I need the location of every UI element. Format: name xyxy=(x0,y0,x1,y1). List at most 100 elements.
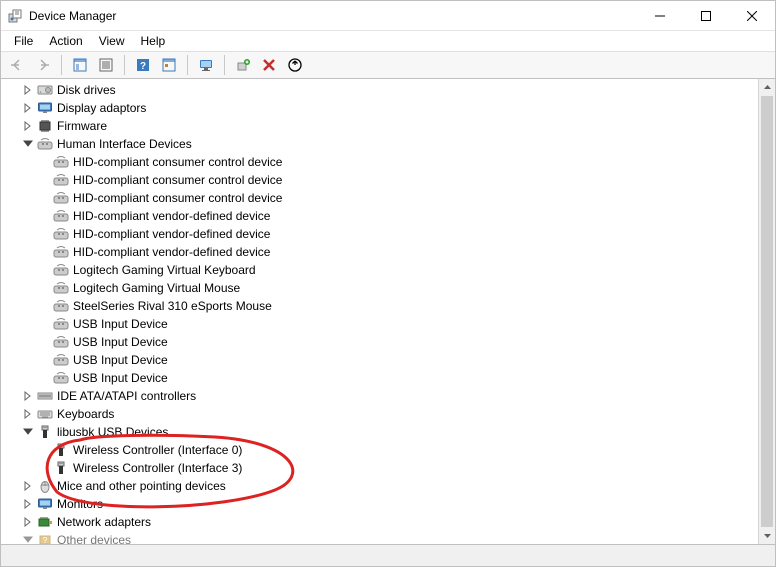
menu-action-label: Action xyxy=(49,34,82,48)
show-hide-tree-button[interactable] xyxy=(68,54,92,76)
tree-category-other[interactable]: ? Other devices xyxy=(1,531,758,544)
nav-back-button[interactable] xyxy=(5,54,29,76)
properties-button[interactable] xyxy=(94,54,118,76)
tree-item-hid-device[interactable]: HID-compliant vendor-defined device xyxy=(1,207,758,225)
scroll-thumb[interactable] xyxy=(761,96,773,527)
nav-forward-button[interactable] xyxy=(31,54,55,76)
hid-icon xyxy=(53,172,69,188)
expand-icon[interactable] xyxy=(21,497,35,511)
update-driver-button[interactable] xyxy=(283,54,307,76)
tree-label: USB Input Device xyxy=(73,333,168,351)
tree-item-hid-device[interactable]: Logitech Gaming Virtual Mouse xyxy=(1,279,758,297)
vertical-scrollbar[interactable] xyxy=(758,79,775,544)
tree-label: Firmware xyxy=(57,117,107,135)
minimize-button[interactable] xyxy=(637,1,683,31)
tree-category-mice[interactable]: Mice and other pointing devices xyxy=(1,477,758,495)
tree-item-hid-device[interactable]: HID-compliant vendor-defined device xyxy=(1,243,758,261)
other-devices-icon: ? xyxy=(37,532,53,544)
mouse-icon xyxy=(37,478,53,494)
usb-icon xyxy=(53,442,69,458)
tree-label: HID-compliant vendor-defined device xyxy=(73,225,270,243)
tree-label: SteelSeries Rival 310 eSports Mouse xyxy=(73,297,272,315)
tree-item-hid-device[interactable]: USB Input Device xyxy=(1,315,758,333)
menu-help-label: Help xyxy=(141,34,166,48)
collapse-icon[interactable] xyxy=(21,425,35,439)
tree-label: Other devices xyxy=(57,531,131,544)
tree-item-hid-device[interactable]: Logitech Gaming Virtual Keyboard xyxy=(1,261,758,279)
menu-help[interactable]: Help xyxy=(134,33,173,49)
tree-item-hid-device[interactable]: USB Input Device xyxy=(1,369,758,387)
usb-icon xyxy=(53,460,69,476)
scroll-down-button[interactable] xyxy=(759,527,775,544)
tree-item-hid-device[interactable]: HID-compliant consumer control device xyxy=(1,171,758,189)
tree-item-hid-device[interactable]: USB Input Device xyxy=(1,351,758,369)
collapse-icon[interactable] xyxy=(21,533,35,544)
hid-icon xyxy=(53,244,69,260)
tree-label: HID-compliant vendor-defined device xyxy=(73,207,270,225)
tree-label: Network adapters xyxy=(57,513,151,531)
svg-text:?: ? xyxy=(43,536,48,544)
tree-category-libusbk[interactable]: libusbk USB Devices xyxy=(1,423,758,441)
monitor-icon xyxy=(37,496,53,512)
tree-label: Wireless Controller (Interface 3) xyxy=(73,459,242,477)
usb-icon xyxy=(37,424,53,440)
tree-category-ide[interactable]: IDE ATA/ATAPI controllers xyxy=(1,387,758,405)
maximize-button[interactable] xyxy=(683,1,729,31)
expand-icon[interactable] xyxy=(21,407,35,421)
tree-label: Monitors xyxy=(57,495,103,513)
svg-text:?: ? xyxy=(140,61,146,72)
menu-file-label: File xyxy=(14,34,33,48)
help-button[interactable]: ? xyxy=(131,54,155,76)
tree-item-hid-device[interactable]: USB Input Device xyxy=(1,333,758,351)
collapse-icon[interactable] xyxy=(21,137,35,151)
scroll-up-button[interactable] xyxy=(759,79,775,96)
expand-icon[interactable] xyxy=(21,101,35,115)
expand-icon[interactable] xyxy=(21,389,35,403)
expand-icon[interactable] xyxy=(21,119,35,133)
menu-action[interactable]: Action xyxy=(42,33,89,49)
tree-label: HID-compliant consumer control device xyxy=(73,153,282,171)
scan-hardware-button[interactable] xyxy=(194,54,218,76)
hid-icon xyxy=(37,136,53,152)
device-tree[interactable]: Disk drives Display adaptors Firmware Hu… xyxy=(1,79,758,544)
tree-item-wireless-controller-3[interactable]: Wireless Controller (Interface 3) xyxy=(1,459,758,477)
tree-label: HID-compliant vendor-defined device xyxy=(73,243,270,261)
hid-icon xyxy=(53,352,69,368)
action-detail-button[interactable] xyxy=(157,54,181,76)
ide-controller-icon xyxy=(37,388,53,404)
tree-item-hid-device[interactable]: HID-compliant consumer control device xyxy=(1,189,758,207)
hid-icon xyxy=(53,280,69,296)
hid-icon xyxy=(53,316,69,332)
tree-item-hid-device[interactable]: SteelSeries Rival 310 eSports Mouse xyxy=(1,297,758,315)
tree-label: USB Input Device xyxy=(73,369,168,387)
tree-label: HID-compliant consumer control device xyxy=(73,189,282,207)
tree-category-disk-drives[interactable]: Disk drives xyxy=(1,81,758,99)
menu-file[interactable]: File xyxy=(7,33,40,49)
content-area: Disk drives Display adaptors Firmware Hu… xyxy=(1,79,775,544)
uninstall-device-button[interactable] xyxy=(257,54,281,76)
tree-item-wireless-controller-0[interactable]: Wireless Controller (Interface 0) xyxy=(1,441,758,459)
tree-item-hid-device[interactable]: HID-compliant consumer control device xyxy=(1,153,758,171)
tree-category-keyboards[interactable]: Keyboards xyxy=(1,405,758,423)
app-icon xyxy=(7,8,23,24)
close-button[interactable] xyxy=(729,1,775,31)
add-legacy-hardware-button[interactable] xyxy=(231,54,255,76)
tree-label: Display adaptors xyxy=(57,99,146,117)
hid-icon xyxy=(53,298,69,314)
hid-icon xyxy=(53,226,69,242)
tree-category-display-adaptors[interactable]: Display adaptors xyxy=(1,99,758,117)
menu-view[interactable]: View xyxy=(92,33,132,49)
keyboard-icon xyxy=(37,406,53,422)
tree-category-firmware[interactable]: Firmware xyxy=(1,117,758,135)
expand-icon[interactable] xyxy=(21,83,35,97)
tree-item-hid-device[interactable]: HID-compliant vendor-defined device xyxy=(1,225,758,243)
tree-label: USB Input Device xyxy=(73,351,168,369)
expand-icon[interactable] xyxy=(21,515,35,529)
expand-icon[interactable] xyxy=(21,479,35,493)
tree-category-hid[interactable]: Human Interface Devices xyxy=(1,135,758,153)
hid-icon xyxy=(53,262,69,278)
menubar: File Action View Help xyxy=(1,31,775,51)
tree-category-monitors[interactable]: Monitors xyxy=(1,495,758,513)
tree-category-network[interactable]: Network adapters xyxy=(1,513,758,531)
tree-label: USB Input Device xyxy=(73,315,168,333)
